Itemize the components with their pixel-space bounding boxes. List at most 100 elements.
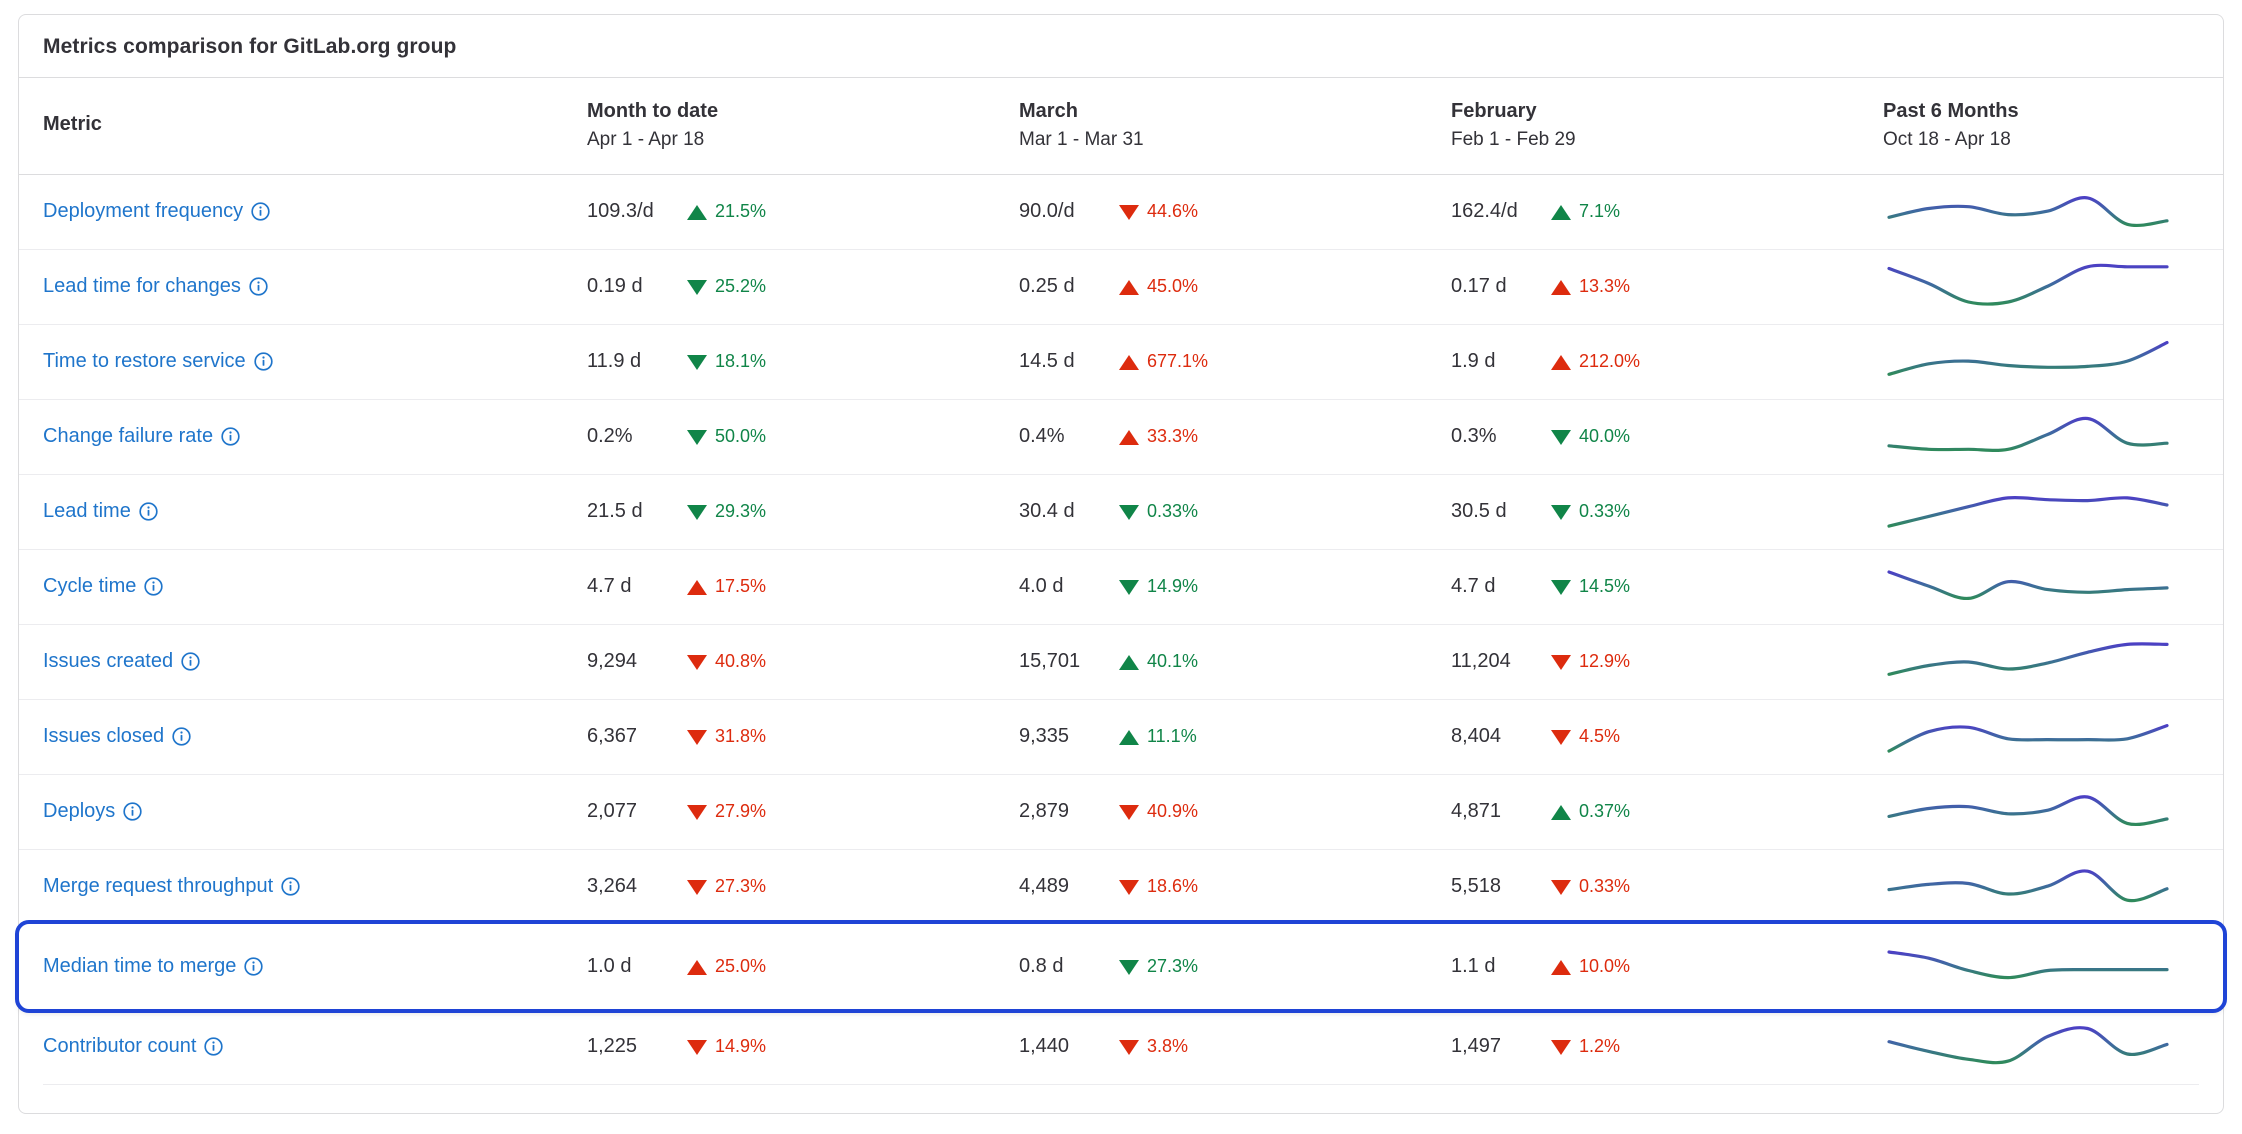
cell-month-to-date: 3,264 27.3% <box>579 848 1011 925</box>
february-change: 14.5% <box>1579 576 1631 597</box>
info-icon[interactable] <box>221 427 240 446</box>
table-body: Deployment frequency 109.3/d 21.5% 90.0/… <box>15 174 2227 1084</box>
column-header-month-to-date-title: Month to date <box>587 100 719 122</box>
march-change: 0.33% <box>1147 501 1199 522</box>
february: 30.5 d 0.33% <box>1451 500 1867 523</box>
metric-link[interactable]: Deploys <box>43 800 115 823</box>
table-row[interactable]: Deploys 2,077 27.9% 2,879 40.9% 4,871 0.… <box>19 773 2223 850</box>
month-to-date-change: 21.5% <box>715 201 767 222</box>
february: 5,518 0.33% <box>1451 875 1867 898</box>
column-header-march-title: March <box>1019 100 1078 122</box>
cell-month-to-date: 0.19 d 25.2% <box>579 248 1011 325</box>
info-icon[interactable] <box>123 802 142 821</box>
table-row[interactable]: Lead time for changes 0.19 d 25.2% 0.25 … <box>19 248 2223 325</box>
cell-past-6-months <box>1875 174 2223 249</box>
column-header-march-sub: Mar 1 - Mar 31 <box>1019 129 1144 150</box>
cell-february: 11,204 12.9% <box>1443 623 1875 700</box>
month-to-date-change: 31.8% <box>715 726 767 747</box>
sparkline-chart <box>1883 939 2173 995</box>
february-change: 40.0% <box>1579 426 1631 447</box>
february-arrow-down-icon <box>1551 1040 1571 1056</box>
table-row[interactable]: Lead time 21.5 d 29.3% 30.4 d 0.33% 30.5… <box>19 473 2223 550</box>
metric-link[interactable]: Issues created <box>43 650 173 673</box>
march-arrow-down-icon <box>1119 505 1139 521</box>
cell-month-to-date: 21.5 d 29.3% <box>579 473 1011 550</box>
metric-link[interactable]: Merge request throughput <box>43 875 273 898</box>
metric-link[interactable]: Lead time <box>43 500 131 523</box>
month-to-date-arrow-down-icon <box>687 880 707 896</box>
month-to-date-change: 27.9% <box>715 801 767 822</box>
february-change: 12.9% <box>1579 651 1631 672</box>
info-icon[interactable] <box>172 727 191 746</box>
february-arrow-up-icon <box>1551 805 1571 821</box>
metric-link[interactable]: Median time to merge <box>43 955 236 978</box>
cell-past-6-months <box>1875 1009 2223 1084</box>
info-icon[interactable] <box>244 957 264 976</box>
february: 8,404 4.5% <box>1451 725 1867 748</box>
cell-february: 162.4/d 7.1% <box>1443 174 1875 249</box>
february: 1.9 d 212.0% <box>1451 350 1867 373</box>
february-arrow-down-icon <box>1551 580 1571 596</box>
cell-month-to-date: 1.0 d 25.0% <box>579 924 1011 1010</box>
march: 2,879 40.9% <box>1019 800 1435 823</box>
sparkline-chart <box>1883 784 2173 840</box>
march-value: 14.5 d <box>1019 350 1075 373</box>
info-icon[interactable] <box>254 352 273 371</box>
table-row[interactable]: Issues closed 6,367 31.8% 9,335 11.1% 8,… <box>19 698 2223 775</box>
table-row-highlighted[interactable]: Median time to merge 1.0 d 25.0% 0.8 d 2… <box>15 920 2227 1014</box>
month-to-date-arrow-down-icon <box>687 280 707 296</box>
february-change: 0.33% <box>1579 876 1631 897</box>
metric-link[interactable]: Deployment frequency <box>43 200 243 223</box>
march-value: 1,440 <box>1019 1035 1070 1058</box>
metric-link[interactable]: Time to restore service <box>43 350 246 373</box>
february-arrow-up-icon <box>1551 280 1571 296</box>
info-icon[interactable] <box>249 277 268 296</box>
info-icon[interactable] <box>144 577 164 596</box>
month-to-date: 2,077 27.9% <box>587 800 1003 823</box>
metric-link[interactable]: Cycle time <box>43 575 136 598</box>
table-row[interactable]: Time to restore service 11.9 d 18.1% 14.… <box>19 323 2223 400</box>
cell-february: 0.3% 40.0% <box>1443 398 1875 475</box>
column-header-month-to-date-sub: Apr 1 - Apr 18 <box>587 129 705 150</box>
month-to-date-value: 1,225 <box>587 1035 638 1058</box>
march: 90.0/d 44.6% <box>1019 200 1435 223</box>
february-change: 13.3% <box>1579 276 1631 297</box>
table-row[interactable]: Merge request throughput 3,264 27.3% 4,4… <box>19 848 2223 925</box>
table-row[interactable]: Change failure rate 0.2% 50.0% 0.4% 33.3… <box>19 398 2223 475</box>
february-change: 10.0% <box>1579 956 1631 977</box>
february: 4.7 d 14.5% <box>1451 575 1867 598</box>
march: 1,440 3.8% <box>1019 1035 1435 1058</box>
table-row[interactable]: Cycle time 4.7 d 17.5% 4.0 d 14.9% 4.7 d… <box>19 548 2223 625</box>
february: 0.17 d 13.3% <box>1451 275 1867 298</box>
month-to-date: 3,264 27.3% <box>587 875 1003 898</box>
month-to-date-value: 4.7 d <box>587 575 632 598</box>
info-icon[interactable] <box>204 1037 224 1056</box>
cell-metric: Cycle time <box>19 548 579 625</box>
table-row[interactable]: Contributor count 1,225 14.9% 1,440 3.8%… <box>19 1009 2223 1084</box>
metric-link[interactable]: Lead time for changes <box>43 275 241 298</box>
info-icon[interactable] <box>181 652 200 671</box>
info-icon[interactable] <box>251 202 270 221</box>
march-change: 45.0% <box>1147 276 1199 297</box>
table-row[interactable]: Issues created 9,294 40.8% 15,701 40.1% … <box>19 623 2223 700</box>
cell-march: 9,335 11.1% <box>1011 698 1443 775</box>
month-to-date-change: 25.2% <box>715 276 767 297</box>
cell-metric: Median time to merge <box>19 924 579 1010</box>
cell-march: 0.8 d 27.3% <box>1011 924 1443 1010</box>
february-value: 4.7 d <box>1451 575 1496 598</box>
cell-past-6-months <box>1875 398 2223 475</box>
march: 9,335 11.1% <box>1019 725 1435 748</box>
metric-link[interactable]: Issues closed <box>43 725 164 748</box>
metric-link[interactable]: Change failure rate <box>43 425 213 448</box>
table-head: Metric Month to date Apr 1 - Apr 18 Marc… <box>19 77 2223 175</box>
cell-metric: Issues created <box>19 623 579 700</box>
month-to-date-value: 109.3/d <box>587 200 654 223</box>
march-value: 4.0 d <box>1019 575 1064 598</box>
info-icon[interactable] <box>139 502 158 521</box>
info-icon[interactable] <box>281 877 300 896</box>
march-value: 0.25 d <box>1019 275 1075 298</box>
metric-link[interactable]: Contributor count <box>43 1035 196 1058</box>
table-row[interactable]: Deployment frequency 109.3/d 21.5% 90.0/… <box>19 174 2223 249</box>
february-arrow-up-icon <box>1551 205 1571 221</box>
march-arrow-down-icon <box>1119 205 1139 221</box>
